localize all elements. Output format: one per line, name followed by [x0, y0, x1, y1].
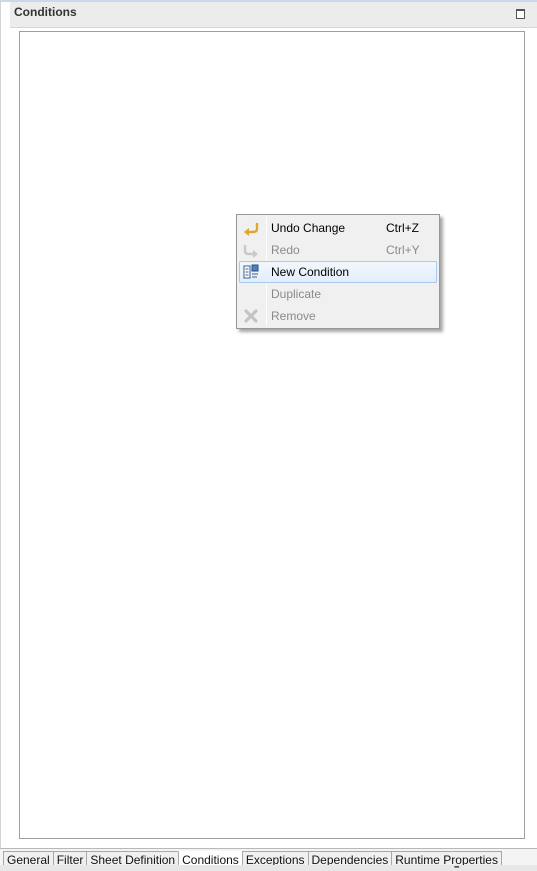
menu-item-label: Remove — [271, 309, 316, 323]
window-left-border — [0, 0, 1, 871]
menu-item-shortcut: Ctrl+Y — [386, 243, 420, 257]
maximize-button[interactable] — [516, 9, 525, 19]
menu-item-duplicate[interactable]: Duplicate — [239, 283, 437, 305]
menu-item-new-condition[interactable]: New Condition — [239, 261, 437, 283]
menu-item-label: Redo — [271, 243, 300, 257]
new-condition-icon — [243, 264, 259, 280]
splitter-grip-icon[interactable]: ▪▪▪ — [454, 864, 460, 871]
remove-icon — [243, 308, 259, 324]
menu-item-undo-change[interactable]: Undo Change Ctrl+Z — [239, 217, 437, 239]
panel-header: Conditions — [10, 2, 537, 28]
redo-icon — [243, 242, 259, 258]
undo-icon — [243, 220, 259, 236]
menu-item-label: Duplicate — [271, 287, 322, 301]
menu-item-remove[interactable]: Remove — [239, 305, 437, 327]
context-menu: Undo Change Ctrl+Z Redo Ctrl+Y New Condi… — [236, 214, 440, 329]
menu-item-redo[interactable]: Redo Ctrl+Y — [239, 239, 437, 261]
conditions-list[interactable] — [19, 31, 525, 839]
menu-item-label: Undo Change — [271, 221, 346, 235]
menu-item-label: New Condition — [271, 265, 350, 279]
panel-title: Conditions — [14, 5, 77, 19]
menu-item-shortcut: Ctrl+Z — [386, 221, 419, 235]
